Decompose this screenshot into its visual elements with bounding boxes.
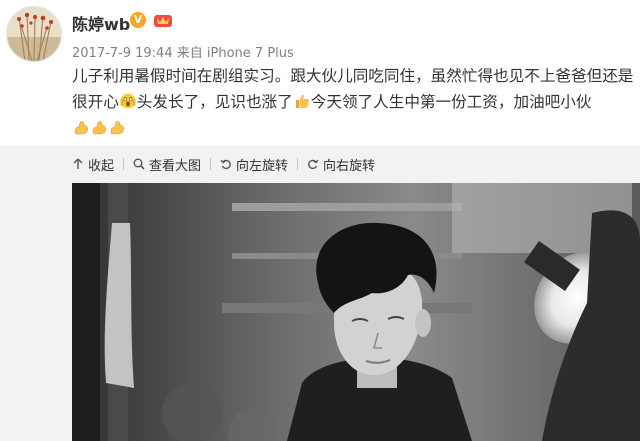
magnifier-icon [133, 158, 145, 170]
arrow-up-icon [73, 158, 83, 169]
post-meta: 2017-7-9 19:44 来自 iPhone 7 Plus [72, 42, 294, 61]
view-large-button[interactable]: 查看大图 [133, 155, 201, 174]
member-crown-icon [153, 12, 173, 28]
avatar-image [7, 7, 61, 61]
post-time[interactable]: 2017-7-9 19:44 [72, 46, 173, 61]
source-prefix: 来自 [176, 46, 203, 61]
photo-image [72, 183, 640, 441]
view-large-label: 查看大图 [149, 158, 202, 174]
flexed-biceps-icon-3 [109, 119, 125, 135]
username[interactable]: 陈婷wb [72, 11, 130, 35]
flexed-biceps-icon-2 [91, 119, 107, 135]
rotate-left-icon [220, 159, 231, 170]
post-text-part2: 头发长了，见识也涨了 [136, 93, 293, 111]
toolbar-divider [297, 158, 299, 170]
rotate-right-button[interactable]: 向右旋转 [307, 155, 375, 174]
flexed-biceps-icon-1 [73, 119, 89, 135]
collapse-label: 收起 [88, 158, 115, 174]
collapse-button[interactable]: 收起 [72, 155, 114, 174]
toolbar-divider [210, 158, 212, 170]
media-toolbar: 收起 查看大图 向左旋转 向右旋转 [72, 154, 375, 174]
verified-badge-icon: V [130, 12, 146, 28]
weibo-post: 陈婷wb V 2017-7-9 19:44 来自 iPhone 7 Plus 儿… [0, 0, 640, 441]
rotate-right-icon [308, 159, 319, 170]
post-text: 儿子利用暑假时间在剧组实习。跟大伙儿同吃同住，虽然忙得也见不上爸爸但还是很开心头… [72, 63, 634, 141]
post-photo[interactable] [72, 183, 640, 441]
avatar[interactable] [6, 6, 62, 62]
toolbar-divider [123, 158, 125, 170]
rotate-left-button[interactable]: 向左旋转 [220, 155, 288, 174]
scream-emoji-icon [120, 93, 136, 109]
rotate-right-label: 向右旋转 [323, 158, 376, 174]
source-device[interactable]: iPhone 7 Plus [207, 46, 294, 61]
rotate-left-label: 向左旋转 [236, 158, 289, 174]
post-text-part3: 今天领了人生中第一份工资，加油吧小伙 [310, 93, 592, 111]
thumbs-up-icon [294, 93, 310, 109]
